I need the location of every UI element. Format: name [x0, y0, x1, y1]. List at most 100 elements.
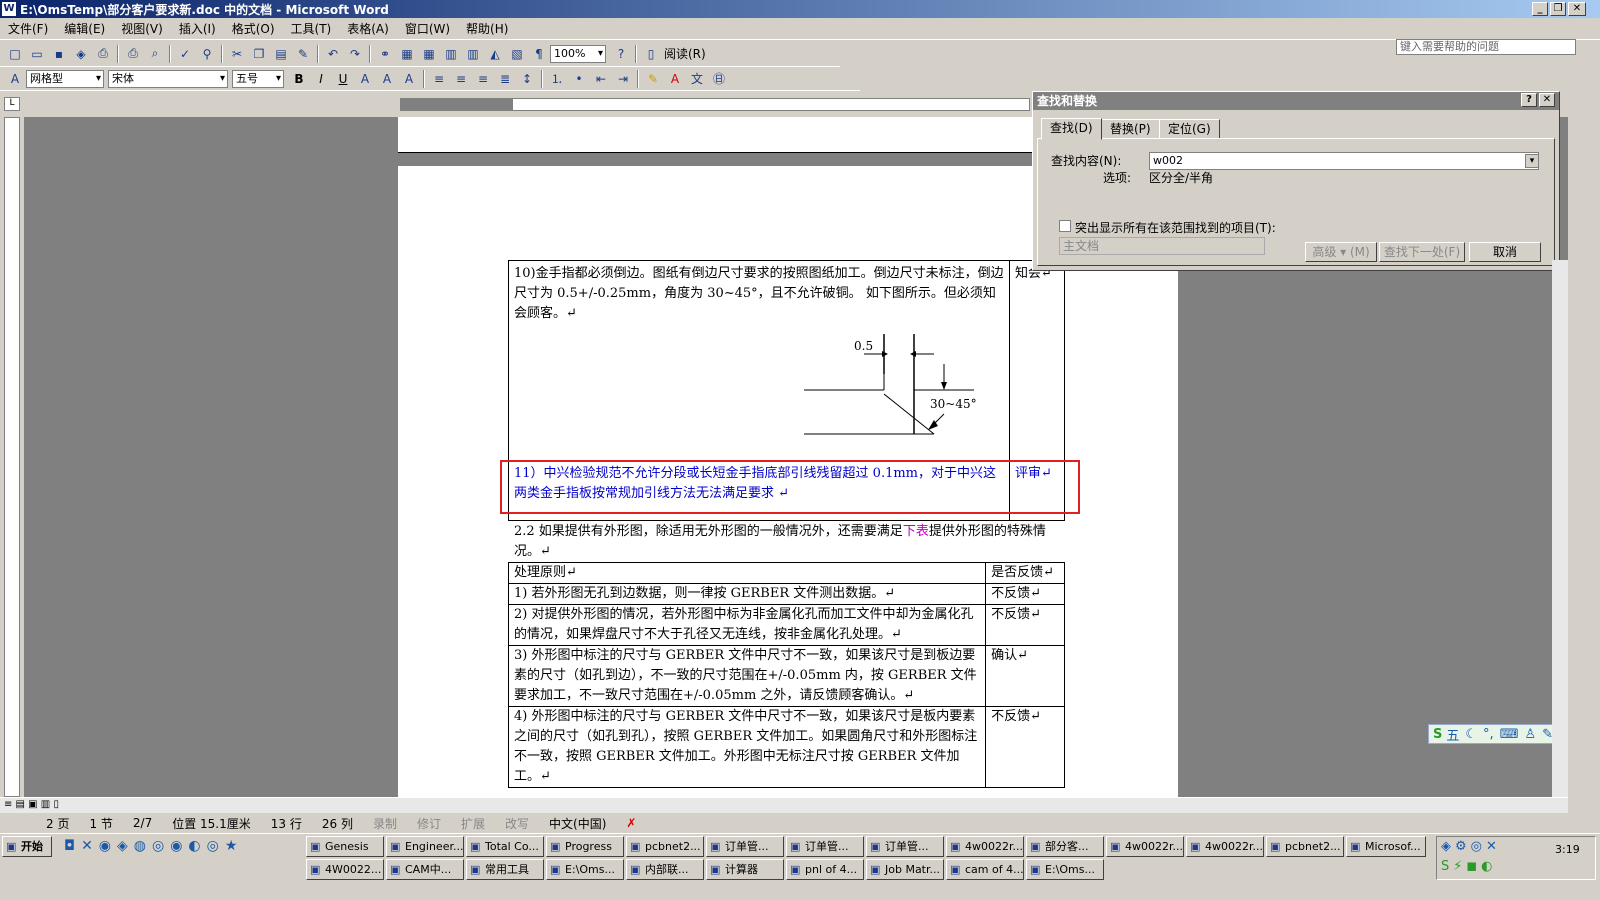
punct-icon[interactable]: °, — [1483, 727, 1494, 742]
task-item[interactable]: Progress — [546, 836, 624, 857]
quick-launch-icons[interactable]: ◘✕◉◈◍◎◉◐◎★ — [64, 838, 243, 854]
align-center-icon[interactable]: ≡ — [450, 68, 472, 90]
table-cell[interactable]: 确认↵ — [985, 645, 1065, 707]
font-color-icon[interactable]: A — [664, 68, 686, 90]
highlight-icon[interactable]: ✎ — [642, 68, 664, 90]
numbering-icon[interactable]: ⒈ — [546, 68, 568, 90]
align-left-icon[interactable]: ≡ — [428, 68, 450, 90]
format-painter-icon[interactable]: ✎ — [292, 43, 314, 65]
spelling-icon[interactable]: ✓ — [174, 43, 196, 65]
permission-icon[interactable]: ◈ — [70, 43, 92, 65]
table-row[interactable]: 2) 对提供外形图的情况，若外形图中标为非金属化孔而加工文件中却为金属化孔的情况… — [507, 604, 987, 646]
hyperlink-icon[interactable]: ⚭ — [374, 43, 396, 65]
table-row[interactable]: 4) 外形图中标注的尺寸与 GERBER 文件中尺寸不一致，如果该尺寸是板内要素… — [507, 706, 987, 788]
horizontal-scrollbar[interactable]: ≡ ▤ ▣ ▥ ▯ — [0, 797, 1568, 813]
task-item[interactable]: cam of 4... — [946, 859, 1024, 880]
table-cell[interactable]: 不反馈↵ — [985, 706, 1065, 788]
increase-indent-icon[interactable]: ⇥ — [612, 68, 634, 90]
copy-icon[interactable]: ❐ — [248, 43, 270, 65]
vertical-ruler[interactable] — [4, 117, 20, 797]
read-button[interactable]: 阅读(R) — [664, 45, 706, 62]
header-principle[interactable]: 处理原则↵ — [507, 562, 987, 584]
tab-replace[interactable]: 替换(P) — [1101, 119, 1160, 139]
dialog-close-button[interactable]: ✕ — [1539, 93, 1555, 107]
style-select[interactable]: 网格型 — [26, 69, 104, 88]
tab-find[interactable]: 查找(D) — [1041, 118, 1102, 140]
status-ovr[interactable]: 改写 — [505, 815, 529, 832]
minimize-button[interactable]: _ — [1532, 2, 1548, 16]
task-item[interactable]: 订单管... — [866, 836, 944, 857]
enclose-char-icon[interactable]: ㊐ — [708, 68, 730, 90]
task-item[interactable]: 4w0022r... — [1106, 836, 1184, 857]
find-dropdown-icon[interactable]: ▾ — [1525, 154, 1539, 168]
align-right-icon[interactable]: ≡ — [472, 68, 494, 90]
row10-right[interactable]: 知会↵ — [1009, 260, 1065, 461]
status-rec[interactable]: 录制 — [373, 815, 397, 832]
size-select[interactable]: 五号 — [232, 69, 284, 88]
columns-icon[interactable]: ▥ — [462, 43, 484, 65]
help-search-input[interactable]: 键入需要帮助的问题 — [1396, 39, 1576, 55]
task-item[interactable]: 订单管... — [786, 836, 864, 857]
menu-format[interactable]: 格式(O) — [224, 18, 283, 40]
print-icon[interactable]: ⎙ — [122, 43, 144, 65]
cut-icon[interactable]: ✂ — [226, 43, 248, 65]
task-item[interactable]: 常用工具 — [466, 859, 544, 880]
task-item[interactable]: Engineer... — [386, 836, 464, 857]
spelling-status-icon[interactable]: ✗ — [626, 816, 636, 830]
menu-help[interactable]: 帮助(H) — [458, 18, 516, 40]
ime-toolbar[interactable]: S 五 ☾ °, ⌨ ♙ ✎ — [1428, 724, 1568, 744]
status-trk[interactable]: 修订 — [417, 815, 441, 832]
header-feedback[interactable]: 是否反馈↵ — [985, 562, 1065, 584]
table-cell[interactable]: 不反馈↵ — [985, 583, 1065, 605]
task-item[interactable]: pcbnet2... — [626, 836, 704, 857]
tray-icons[interactable]: ◈⚙◎✕ — [1441, 839, 1501, 854]
close-button[interactable]: ✕ — [1568, 2, 1586, 16]
task-item[interactable]: 4W0022... — [306, 859, 384, 880]
print-preview-icon[interactable]: ⎙ — [92, 43, 114, 65]
line-spacing-icon[interactable]: ↕ — [516, 68, 538, 90]
task-item[interactable]: Total Co... — [466, 836, 544, 857]
moon-icon[interactable]: ☾ — [1465, 727, 1477, 742]
cancel-button[interactable]: 取消 — [1469, 242, 1541, 262]
table-cell[interactable]: 不反馈↵ — [985, 604, 1065, 646]
highlight-checkbox[interactable] — [1059, 220, 1071, 232]
tables-borders-icon[interactable]: ▦ — [396, 43, 418, 65]
more-button[interactable]: 高级 ▾ (M) — [1305, 242, 1377, 262]
bold-icon[interactable]: B — [288, 68, 310, 90]
char-shading-icon[interactable]: A — [376, 68, 398, 90]
help-icon[interactable]: ? — [610, 43, 632, 65]
new-doc-icon[interactable]: □ — [4, 43, 26, 65]
underline-icon[interactable]: U — [332, 68, 354, 90]
styles-icon[interactable]: A — [4, 68, 26, 90]
dialog-help-button[interactable]: ? — [1521, 93, 1537, 107]
read-icon[interactable]: ▯ — [640, 43, 662, 65]
ime-mode[interactable]: 五 — [1446, 725, 1459, 744]
task-item[interactable]: 计算器 — [706, 859, 784, 880]
view-buttons[interactable]: ≡ ▤ ▣ ▥ ▯ — [4, 799, 59, 810]
undo-icon[interactable]: ↶ — [322, 43, 344, 65]
bullets-icon[interactable]: • — [568, 68, 590, 90]
tab-selector-icon[interactable]: L — [4, 97, 20, 111]
table-row[interactable]: 3) 外形图中标注的尺寸与 GERBER 文件中尺寸不一致，如果该尺寸是到板边要… — [507, 645, 987, 707]
char-scale-icon[interactable]: A — [398, 68, 420, 90]
task-item[interactable]: 4w0022r... — [946, 836, 1024, 857]
char-border-icon[interactable]: A — [354, 68, 376, 90]
task-item[interactable]: pcbnet2... — [1266, 836, 1344, 857]
menu-edit[interactable]: 编辑(E) — [56, 18, 113, 40]
task-item[interactable]: 订单管... — [706, 836, 784, 857]
keyboard-icon[interactable]: ⌨ — [1500, 727, 1519, 742]
table-row[interactable]: 10)金手指都必须倒边。图纸有倒边尺寸要求的按照图纸加工。倒边尺寸未标注，倒边尺… — [508, 260, 1010, 461]
drawing-icon[interactable]: ◭ — [484, 43, 506, 65]
menu-window[interactable]: 窗口(W) — [397, 18, 458, 40]
justify-icon[interactable]: ≣ — [494, 68, 516, 90]
task-item[interactable]: 部分客... — [1026, 836, 1104, 857]
task-item[interactable]: 内部联... — [626, 859, 704, 880]
phonetic-icon[interactable]: 文 — [686, 68, 708, 90]
italic-icon[interactable]: I — [310, 68, 332, 90]
paste-icon[interactable]: ▤ — [270, 43, 292, 65]
scope-select[interactable]: 主文档 — [1059, 237, 1265, 255]
start-button[interactable]: 开始 — [2, 836, 52, 857]
menu-view[interactable]: 视图(V) — [113, 18, 171, 40]
task-item[interactable]: 4w0022r... — [1186, 836, 1264, 857]
decrease-indent-icon[interactable]: ⇤ — [590, 68, 612, 90]
